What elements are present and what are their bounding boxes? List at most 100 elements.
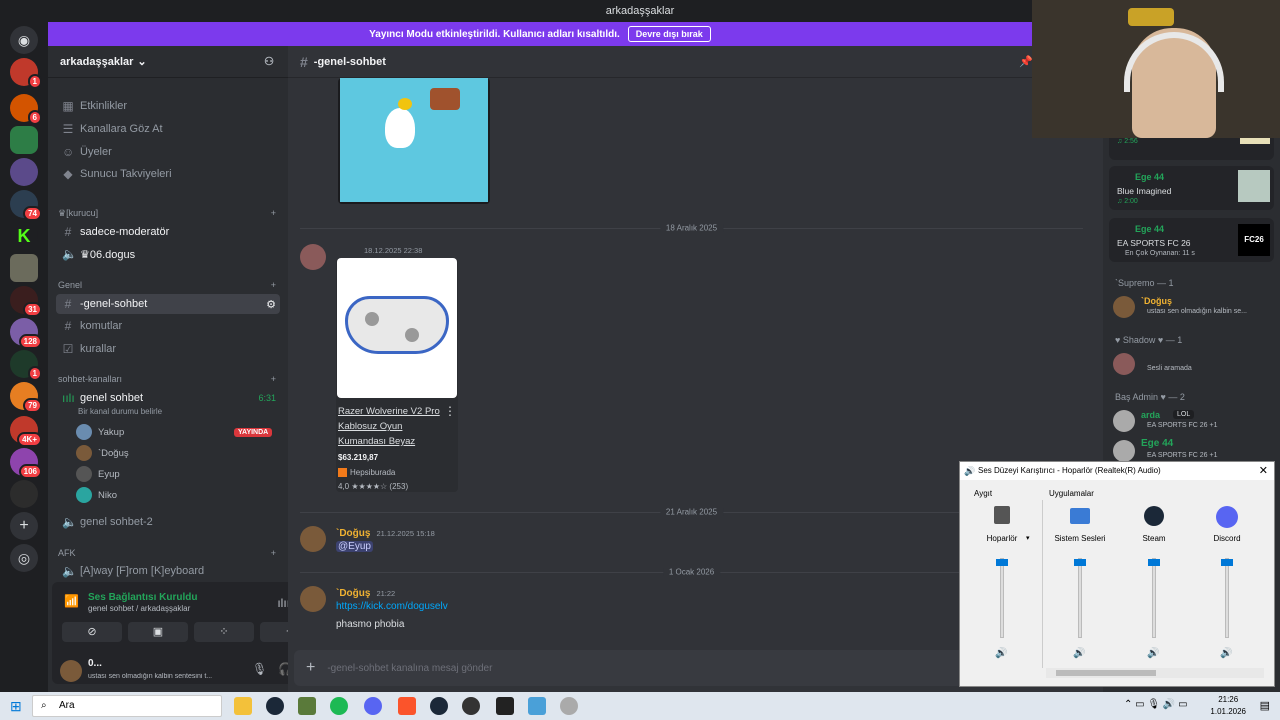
- voice-channel-genel-2[interactable]: 🔈 genel sohbet-2: [56, 512, 280, 532]
- server-icon[interactable]: [10, 126, 38, 154]
- mute-icon[interactable]: 🔊: [1147, 648, 1159, 659]
- close-icon[interactable]: ✕: [1259, 462, 1268, 480]
- voice-channel-afk[interactable]: 🔈 [A]way [F]rom [K]eyboard: [56, 561, 280, 581]
- column-label[interactable]: Discord: [1191, 534, 1263, 543]
- steam-icon[interactable]: [1144, 506, 1164, 526]
- mention[interactable]: @Eyup: [336, 541, 373, 552]
- app-icon[interactable]: [298, 697, 316, 715]
- server-header[interactable]: arkadaşşaklar ⌄ ⚇: [48, 46, 288, 78]
- server-icon[interactable]: [10, 158, 38, 186]
- slider-thumb[interactable]: [996, 559, 1008, 566]
- voice-user[interactable]: `Doğuş: [76, 445, 129, 461]
- screen-share-button[interactable]: ▣: [128, 622, 188, 642]
- voice-status-text[interactable]: Ses Bağlantısı Kuruldu: [88, 592, 197, 603]
- avatar[interactable]: [60, 660, 82, 682]
- epic-games-icon[interactable]: [496, 697, 514, 715]
- spotify-icon[interactable]: [330, 697, 348, 715]
- mute-icon[interactable]: 🔊: [1073, 648, 1085, 659]
- sidebar-item-browse[interactable]: ☰ Kanallara Göz At: [56, 119, 280, 139]
- server-icon[interactable]: 106: [10, 448, 42, 479]
- avatar[interactable]: [300, 586, 326, 612]
- disable-streamer-button[interactable]: Devre dışı bırak: [627, 26, 711, 42]
- activities-button[interactable]: ⁘: [194, 622, 254, 642]
- app-icon[interactable]: [560, 697, 578, 715]
- slider-thumb[interactable]: [1148, 559, 1160, 566]
- discord-icon[interactable]: [364, 697, 382, 715]
- activity-card[interactable]: Ege 44 EA SPORTS FC 26 En Çok Oynanan: 1…: [1109, 218, 1274, 262]
- taskbar-search[interactable]: ⌕ Ara: [32, 695, 222, 717]
- system-tray-icons[interactable]: ⌃ ▭ 🎙 🔊 ▭: [1124, 699, 1188, 710]
- brave-icon[interactable]: [398, 697, 416, 715]
- gear-icon[interactable]: ⚙: [266, 298, 276, 311]
- server-icon[interactable]: 1: [10, 58, 42, 89]
- channel-dogus[interactable]: 🔈 ♛06.dogus: [56, 244, 280, 264]
- member-item[interactable]: Sesli aramada: [1113, 351, 1273, 379]
- my-username[interactable]: 0...: [88, 658, 102, 669]
- column-label[interactable]: Steam: [1118, 534, 1190, 543]
- notification-icon[interactable]: ▤: [1260, 699, 1270, 712]
- app-icon[interactable]: [528, 697, 546, 715]
- server-icon[interactable]: 6: [10, 94, 42, 125]
- avatar[interactable]: [300, 526, 326, 552]
- sidebar-item-members[interactable]: ☺ Üyeler: [56, 142, 280, 162]
- voice-user[interactable]: Yakup YAYINDA: [76, 424, 273, 440]
- server-icon[interactable]: 1: [10, 350, 42, 381]
- more-options-icon[interactable]: ⋮: [444, 404, 456, 418]
- steam-icon[interactable]: [266, 697, 284, 715]
- image-attachment[interactable]: [338, 78, 490, 204]
- dropdown-arrow-icon[interactable]: ▾: [1026, 534, 1030, 542]
- product-embed[interactable]: Razer Wolverine V2 Pro Kablosuz Oyun Kum…: [336, 258, 458, 492]
- add-channel-icon[interactable]: +: [271, 208, 276, 219]
- pin-icon[interactable]: 📌: [1019, 55, 1033, 68]
- sidebar-item-boosts[interactable]: ◆ Sunucu Takviyeleri: [56, 164, 280, 184]
- server-icon[interactable]: 79: [10, 382, 42, 413]
- add-channel-icon[interactable]: +: [271, 374, 276, 384]
- add-attachment-icon[interactable]: +: [306, 659, 315, 677]
- speaker-device-icon[interactable]: [994, 506, 1010, 524]
- volume-slider[interactable]: [1074, 558, 1086, 638]
- camera-button[interactable]: ⊘: [62, 622, 122, 642]
- file-explorer-icon[interactable]: [234, 697, 252, 715]
- member-item[interactable]: arda LOL EA SPORTS FC 26 +1: [1113, 408, 1273, 436]
- mute-icon[interactable]: 🔊: [1220, 648, 1232, 659]
- category-sohbet[interactable]: sohbet-kanalları +: [58, 374, 276, 384]
- horizontal-scrollbar[interactable]: [1046, 668, 1264, 678]
- message-input[interactable]: + -genel-sohbet kanalına mesaj gönder: [294, 650, 974, 686]
- channel-kurallar[interactable]: ☑ kurallar: [56, 339, 280, 359]
- message-author[interactable]: `Doğuş 21:22: [336, 588, 395, 599]
- explore-icon[interactable]: ◎: [10, 544, 38, 572]
- volume-slider[interactable]: [996, 558, 1008, 638]
- kick-server-icon[interactable]: K: [10, 222, 38, 250]
- category-afk[interactable]: AFK +: [58, 548, 276, 558]
- server-icon[interactable]: [10, 480, 38, 508]
- start-icon[interactable]: ⊞: [10, 698, 22, 715]
- voice-user[interactable]: Eyup: [76, 466, 120, 482]
- voice-user[interactable]: Niko: [76, 487, 117, 503]
- taskbar-clock[interactable]: 21:26 1.01.2026: [1210, 694, 1246, 718]
- product-title[interactable]: Razer Wolverine V2 Pro Kablosuz Oyun Kum…: [338, 404, 446, 449]
- discord-home-icon[interactable]: ◉: [10, 26, 38, 54]
- add-channel-icon[interactable]: +: [271, 548, 276, 558]
- server-icon[interactable]: 31: [10, 286, 42, 317]
- server-icon[interactable]: 4K+: [10, 416, 42, 447]
- category-kurucu[interactable]: ♛[kurucu] +: [58, 208, 276, 219]
- discord-icon[interactable]: [1216, 506, 1238, 528]
- column-label[interactable]: Sistem Sesleri: [1044, 534, 1116, 543]
- server-icon[interactable]: 128: [10, 318, 42, 349]
- app-icon[interactable]: [462, 697, 480, 715]
- mic-icon[interactable]: 🎙: [252, 662, 267, 676]
- server-icon[interactable]: 74: [10, 190, 42, 221]
- category-genel[interactable]: Genel +: [58, 280, 276, 290]
- activity-card[interactable]: Ege 44 Blue Imagined ♫ 2:00: [1109, 166, 1274, 210]
- slider-thumb[interactable]: [1221, 559, 1233, 566]
- mute-icon[interactable]: 🔊: [995, 648, 1007, 659]
- channel-mod[interactable]: # sadece-moderatör: [56, 222, 280, 242]
- add-channel-icon[interactable]: +: [271, 280, 276, 290]
- channel-genel-sohbet[interactable]: # -genel-sohbet ⚙: [56, 294, 280, 314]
- add-server-icon[interactable]: +: [10, 512, 38, 540]
- invite-icon[interactable]: ⚇: [264, 55, 274, 68]
- volume-slider[interactable]: [1221, 558, 1233, 638]
- scrollbar-thumb[interactable]: [1056, 670, 1156, 676]
- message-link[interactable]: https://kick.com/doguselv: [336, 601, 448, 612]
- message-author[interactable]: `Doğuş 21.12.2025 15:18: [336, 528, 435, 539]
